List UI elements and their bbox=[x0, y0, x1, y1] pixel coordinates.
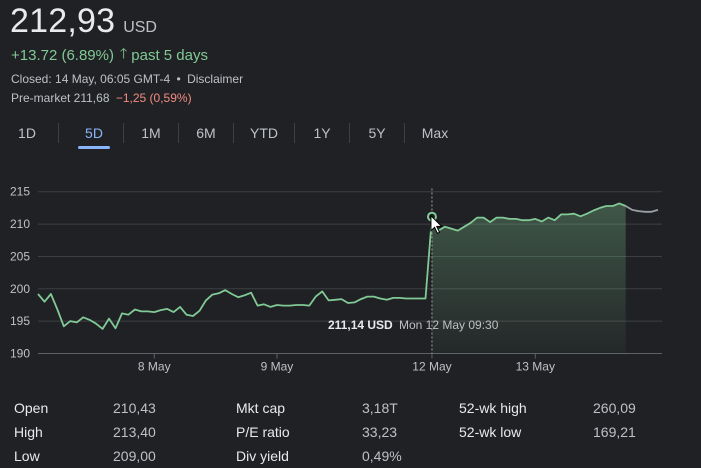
y-tick-label: 215 bbox=[10, 185, 30, 199]
stat-value: 0,49% bbox=[362, 448, 402, 464]
price-chart[interactable]: 190 195 200 205 210 215 8 May 9 May 12 May 13 Ma… bbox=[0, 170, 701, 380]
stat-value: 260,09 bbox=[593, 400, 636, 416]
disclaimer-link[interactable]: Disclaimer bbox=[187, 72, 243, 86]
tab-1y[interactable]: 1Y bbox=[305, 119, 339, 147]
stat-low: Low 209,00 bbox=[14, 448, 156, 464]
price-line-after bbox=[625, 205, 659, 213]
y-tick-label: 195 bbox=[10, 314, 30, 328]
tab-divider bbox=[404, 123, 405, 143]
arrow-up-icon: 🡑 bbox=[120, 45, 128, 61]
tab-5d[interactable]: 5D bbox=[78, 119, 110, 149]
x-tick-label: 12 May bbox=[412, 360, 451, 374]
x-tick-label: 9 May bbox=[261, 360, 294, 374]
stat-52wk-high: 52-wk high 260,09 bbox=[459, 400, 636, 416]
tab-6m[interactable]: 6M bbox=[189, 119, 223, 147]
y-tick-label: 205 bbox=[10, 249, 30, 263]
tooltip-price: 211,14 USD bbox=[328, 318, 393, 332]
price-header: 212,93 USD bbox=[10, 2, 157, 41]
stat-high: High 213,40 bbox=[14, 424, 156, 440]
key-stats: Open 210,43 High 213,40 Low 209,00 Mkt c… bbox=[0, 394, 701, 468]
bullet-separator: • bbox=[176, 72, 181, 86]
stat-value: 169,21 bbox=[593, 424, 636, 440]
premarket-change: −1,25 (0,59%) bbox=[115, 91, 192, 105]
x-tick-label: 8 May bbox=[138, 360, 171, 374]
change-period: past 5 days bbox=[131, 46, 208, 64]
stat-label: Div yield bbox=[236, 448, 289, 464]
tab-divider bbox=[294, 123, 295, 143]
market-status: Closed: 14 May, 06:05 GMT-4 • Disclaimer bbox=[11, 72, 243, 86]
stat-label: Low bbox=[14, 448, 40, 464]
stat-pe-ratio: P/E ratio 33,23 bbox=[236, 424, 397, 440]
currency-label: USD bbox=[123, 19, 157, 36]
stat-value: 209,00 bbox=[113, 448, 156, 464]
premarket-price: Pre-market 211,68 bbox=[11, 91, 110, 105]
tab-divider bbox=[178, 123, 179, 143]
stat-mkt-cap: Mkt cap 3,18T bbox=[236, 400, 398, 416]
tab-divider bbox=[233, 123, 234, 143]
tab-1m[interactable]: 1M bbox=[134, 119, 168, 147]
stat-label: 52-wk low bbox=[459, 424, 522, 440]
stat-value: 3,18T bbox=[362, 400, 398, 416]
y-tick-label: 190 bbox=[10, 347, 30, 361]
change-value: +13.72 (6.89%) bbox=[11, 46, 114, 64]
stat-value: 213,40 bbox=[113, 424, 156, 440]
x-tick-label: 13 May bbox=[516, 360, 555, 374]
range-tabs: 1D 5D 1M 6M YTD 1Y 5Y Max bbox=[0, 118, 455, 149]
tab-divider bbox=[58, 123, 59, 143]
stat-value: 33,23 bbox=[362, 424, 398, 440]
tab-max[interactable]: Max bbox=[415, 119, 455, 147]
tab-ytd[interactable]: YTD bbox=[244, 119, 284, 147]
tab-5y[interactable]: 5Y bbox=[360, 119, 394, 147]
tooltip: 211,14 USD Mon 12 May 09:30 bbox=[328, 318, 499, 332]
tooltip-time: Mon 12 May 09:30 bbox=[399, 318, 499, 332]
premarket-row: Pre-market 211,68 −1,25 (0,59%) bbox=[11, 91, 192, 105]
stat-label: Open bbox=[14, 400, 49, 416]
stat-label: Mkt cap bbox=[236, 400, 286, 416]
closed-time: Closed: 14 May, 06:05 GMT-4 bbox=[11, 72, 171, 86]
stat-value: 210,43 bbox=[113, 400, 156, 416]
current-price: 212,93 bbox=[10, 2, 116, 40]
price-change: +13.72 (6.89%) 🡑 past 5 days bbox=[11, 43, 208, 67]
y-tick-label: 200 bbox=[10, 282, 30, 296]
stat-label: High bbox=[14, 424, 43, 440]
y-tick-label: 210 bbox=[10, 217, 30, 231]
tab-divider bbox=[349, 123, 350, 143]
tab-1d[interactable]: 1D bbox=[10, 119, 44, 147]
stat-div-yield: Div yield 0,49% bbox=[236, 448, 402, 464]
stat-open: Open 210,43 bbox=[14, 400, 156, 416]
stat-label: 52-wk high bbox=[459, 400, 527, 416]
stat-label: P/E ratio bbox=[236, 424, 290, 440]
tab-divider bbox=[123, 123, 124, 143]
stat-52wk-low: 52-wk low 169,21 bbox=[459, 424, 636, 440]
